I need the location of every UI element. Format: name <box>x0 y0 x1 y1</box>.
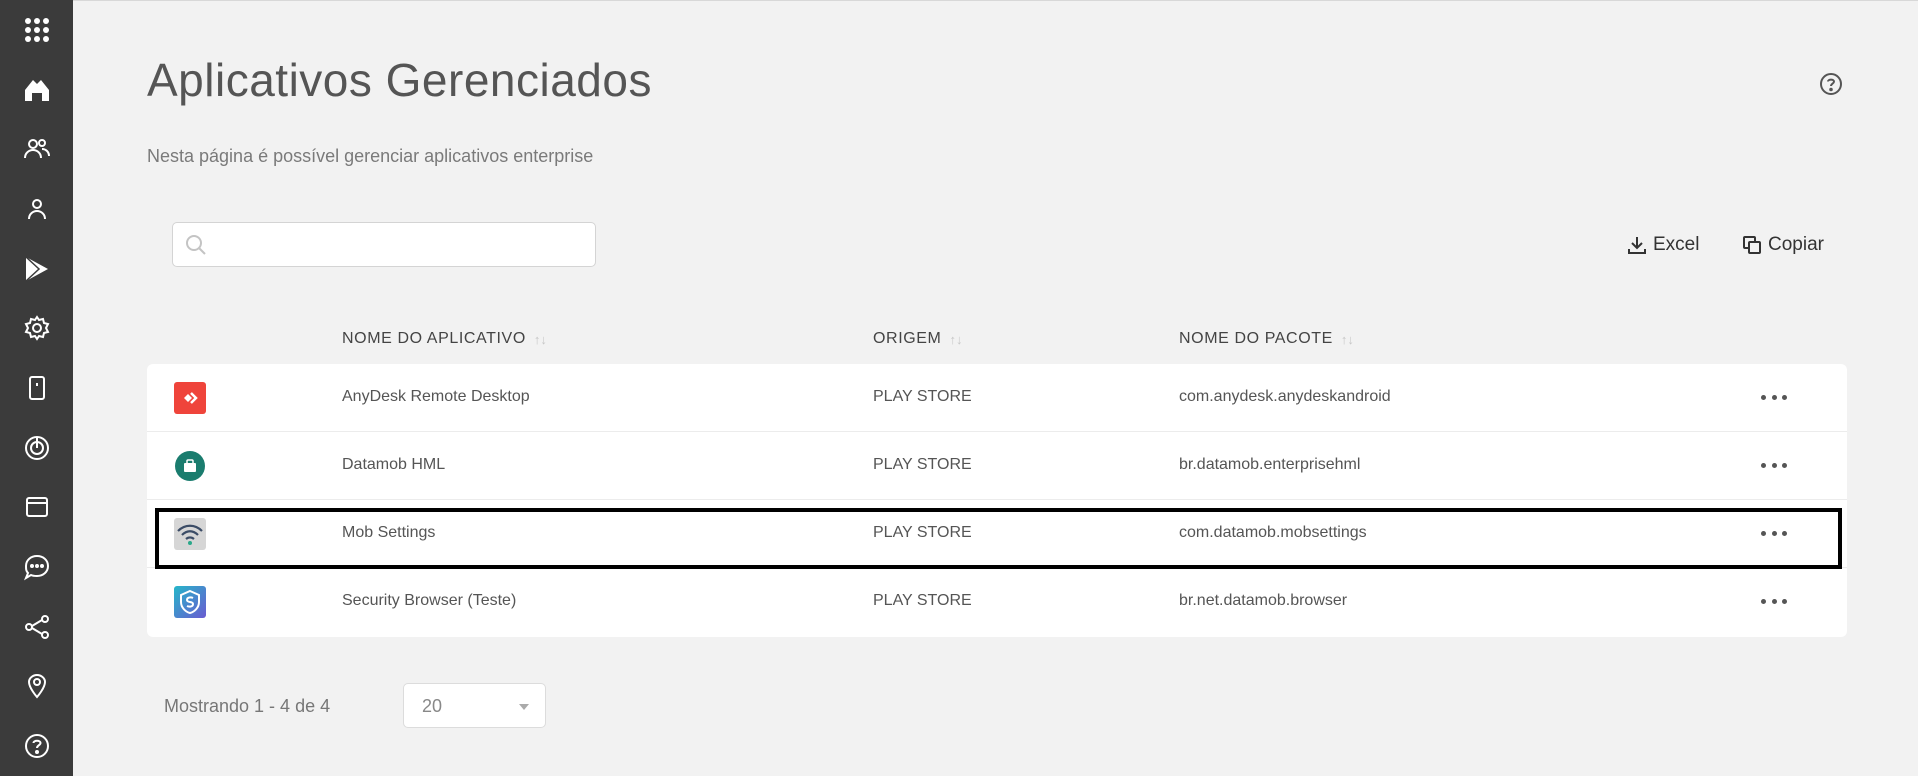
main-content: Aplicativos Gerenciados Nesta página é p… <box>73 0 1918 776</box>
app-package: com.anydesk.anydeskandroid <box>1179 388 1391 405</box>
page-title: Aplicativos Gerenciados <box>147 54 652 106</box>
sidebar-item-users[interactable] <box>0 119 73 179</box>
users-icon <box>23 139 50 159</box>
security-browser-app-icon <box>174 586 206 618</box>
home-icon <box>24 79 49 101</box>
page-size-value: 20 <box>422 696 443 716</box>
chevron-down-icon <box>519 704 529 710</box>
pagination-summary: Mostrando 1 - 4 de 4 <box>164 696 331 716</box>
browser-window-icon <box>25 497 48 518</box>
app-origin: PLAY STORE <box>873 388 972 405</box>
table-row[interactable]: Mob Settings PLAY STORE com.datamob.mobs… <box>147 500 1847 568</box>
sidebar-item-browser[interactable] <box>0 478 73 538</box>
column-header-name[interactable]: NOME DO APLICATIVO ↑↓ <box>342 330 547 348</box>
sidebar-item-devices[interactable] <box>0 358 73 418</box>
table-row[interactable]: Datamob HML PLAY STORE br.datamob.enterp… <box>147 432 1847 500</box>
column-header-package[interactable]: NOME DO PACOTE ↑↓ <box>1179 330 1354 348</box>
sidebar <box>0 0 73 776</box>
more-options-button[interactable] <box>1761 590 1787 612</box>
column-header-origin[interactable]: ORIGEM ↑↓ <box>873 330 963 348</box>
app-name: Security Browser (Teste) <box>342 592 517 609</box>
anydesk-app-icon <box>174 382 206 414</box>
sidebar-item-play-store[interactable] <box>0 239 73 299</box>
share-icon <box>24 614 49 639</box>
help-circle-icon <box>1820 73 1842 95</box>
wifi-app-icon <box>174 518 206 550</box>
sidebar-item-target[interactable] <box>0 418 73 478</box>
excel-label: Excel <box>1653 234 1700 255</box>
sort-icon: ↑↓ <box>949 331 963 347</box>
target-icon <box>24 435 49 460</box>
sidebar-item-help[interactable] <box>0 716 73 776</box>
app-origin: PLAY STORE <box>873 456 972 473</box>
page-subtitle: Nesta página é possível gerenciar aplica… <box>147 146 594 166</box>
sidebar-item-user[interactable] <box>0 179 73 239</box>
column-header-name-label: NOME DO APLICATIVO <box>342 330 526 347</box>
app-package: br.net.datamob.browser <box>1179 592 1348 609</box>
search-icon <box>186 235 206 255</box>
copy-button[interactable]: Copiar <box>1742 233 1824 257</box>
column-header-origin-label: ORIGEM <box>873 330 942 347</box>
more-options-button[interactable] <box>1761 454 1787 476</box>
download-icon <box>1628 237 1646 254</box>
app-name: Mob Settings <box>342 524 436 541</box>
help-button[interactable] <box>1819 72 1843 96</box>
app-name: AnyDesk Remote Desktop <box>342 388 530 405</box>
sidebar-item-share[interactable] <box>0 597 73 657</box>
more-options-button[interactable] <box>1761 386 1787 408</box>
apps-grid-icon <box>24 17 49 42</box>
search-field[interactable] <box>172 222 596 267</box>
play-store-icon <box>24 256 48 282</box>
more-options-button[interactable] <box>1761 522 1787 544</box>
table-row[interactable]: AnyDesk Remote Desktop PLAY STORE com.an… <box>147 364 1847 432</box>
datamob-app-icon <box>174 450 206 482</box>
copy-label: Copiar <box>1768 234 1824 255</box>
app-name: Datamob HML <box>342 456 446 473</box>
app-origin: PLAY STORE <box>873 592 972 609</box>
sort-icon: ↑↓ <box>1340 331 1354 347</box>
gear-icon <box>24 315 49 342</box>
search-input[interactable] <box>217 223 587 266</box>
sidebar-item-settings[interactable] <box>0 298 73 358</box>
chat-icon <box>23 555 49 581</box>
sidebar-item-home[interactable] <box>0 60 73 120</box>
excel-export-button[interactable]: Excel <box>1627 233 1699 257</box>
location-pin-icon <box>27 674 46 699</box>
copy-icon <box>1743 236 1761 254</box>
sidebar-item-chat[interactable] <box>0 537 73 597</box>
app-package: br.datamob.enterprisehml <box>1179 456 1361 473</box>
sort-icon: ↑↓ <box>533 331 547 347</box>
column-header-package-label: NOME DO PACOTE <box>1179 330 1333 347</box>
sidebar-item-location[interactable] <box>0 657 73 717</box>
app-package: com.datamob.mobsettings <box>1179 524 1367 541</box>
app-origin: PLAY STORE <box>873 524 972 541</box>
table-row[interactable]: Security Browser (Teste) PLAY STORE br.n… <box>147 568 1847 636</box>
help-icon <box>24 734 49 759</box>
apps-table: AnyDesk Remote Desktop PLAY STORE com.an… <box>147 364 1847 637</box>
sidebar-item-apps[interactable] <box>0 0 73 60</box>
page-size-select[interactable]: 20 <box>403 683 546 728</box>
user-icon <box>27 198 46 219</box>
device-icon <box>28 375 45 400</box>
